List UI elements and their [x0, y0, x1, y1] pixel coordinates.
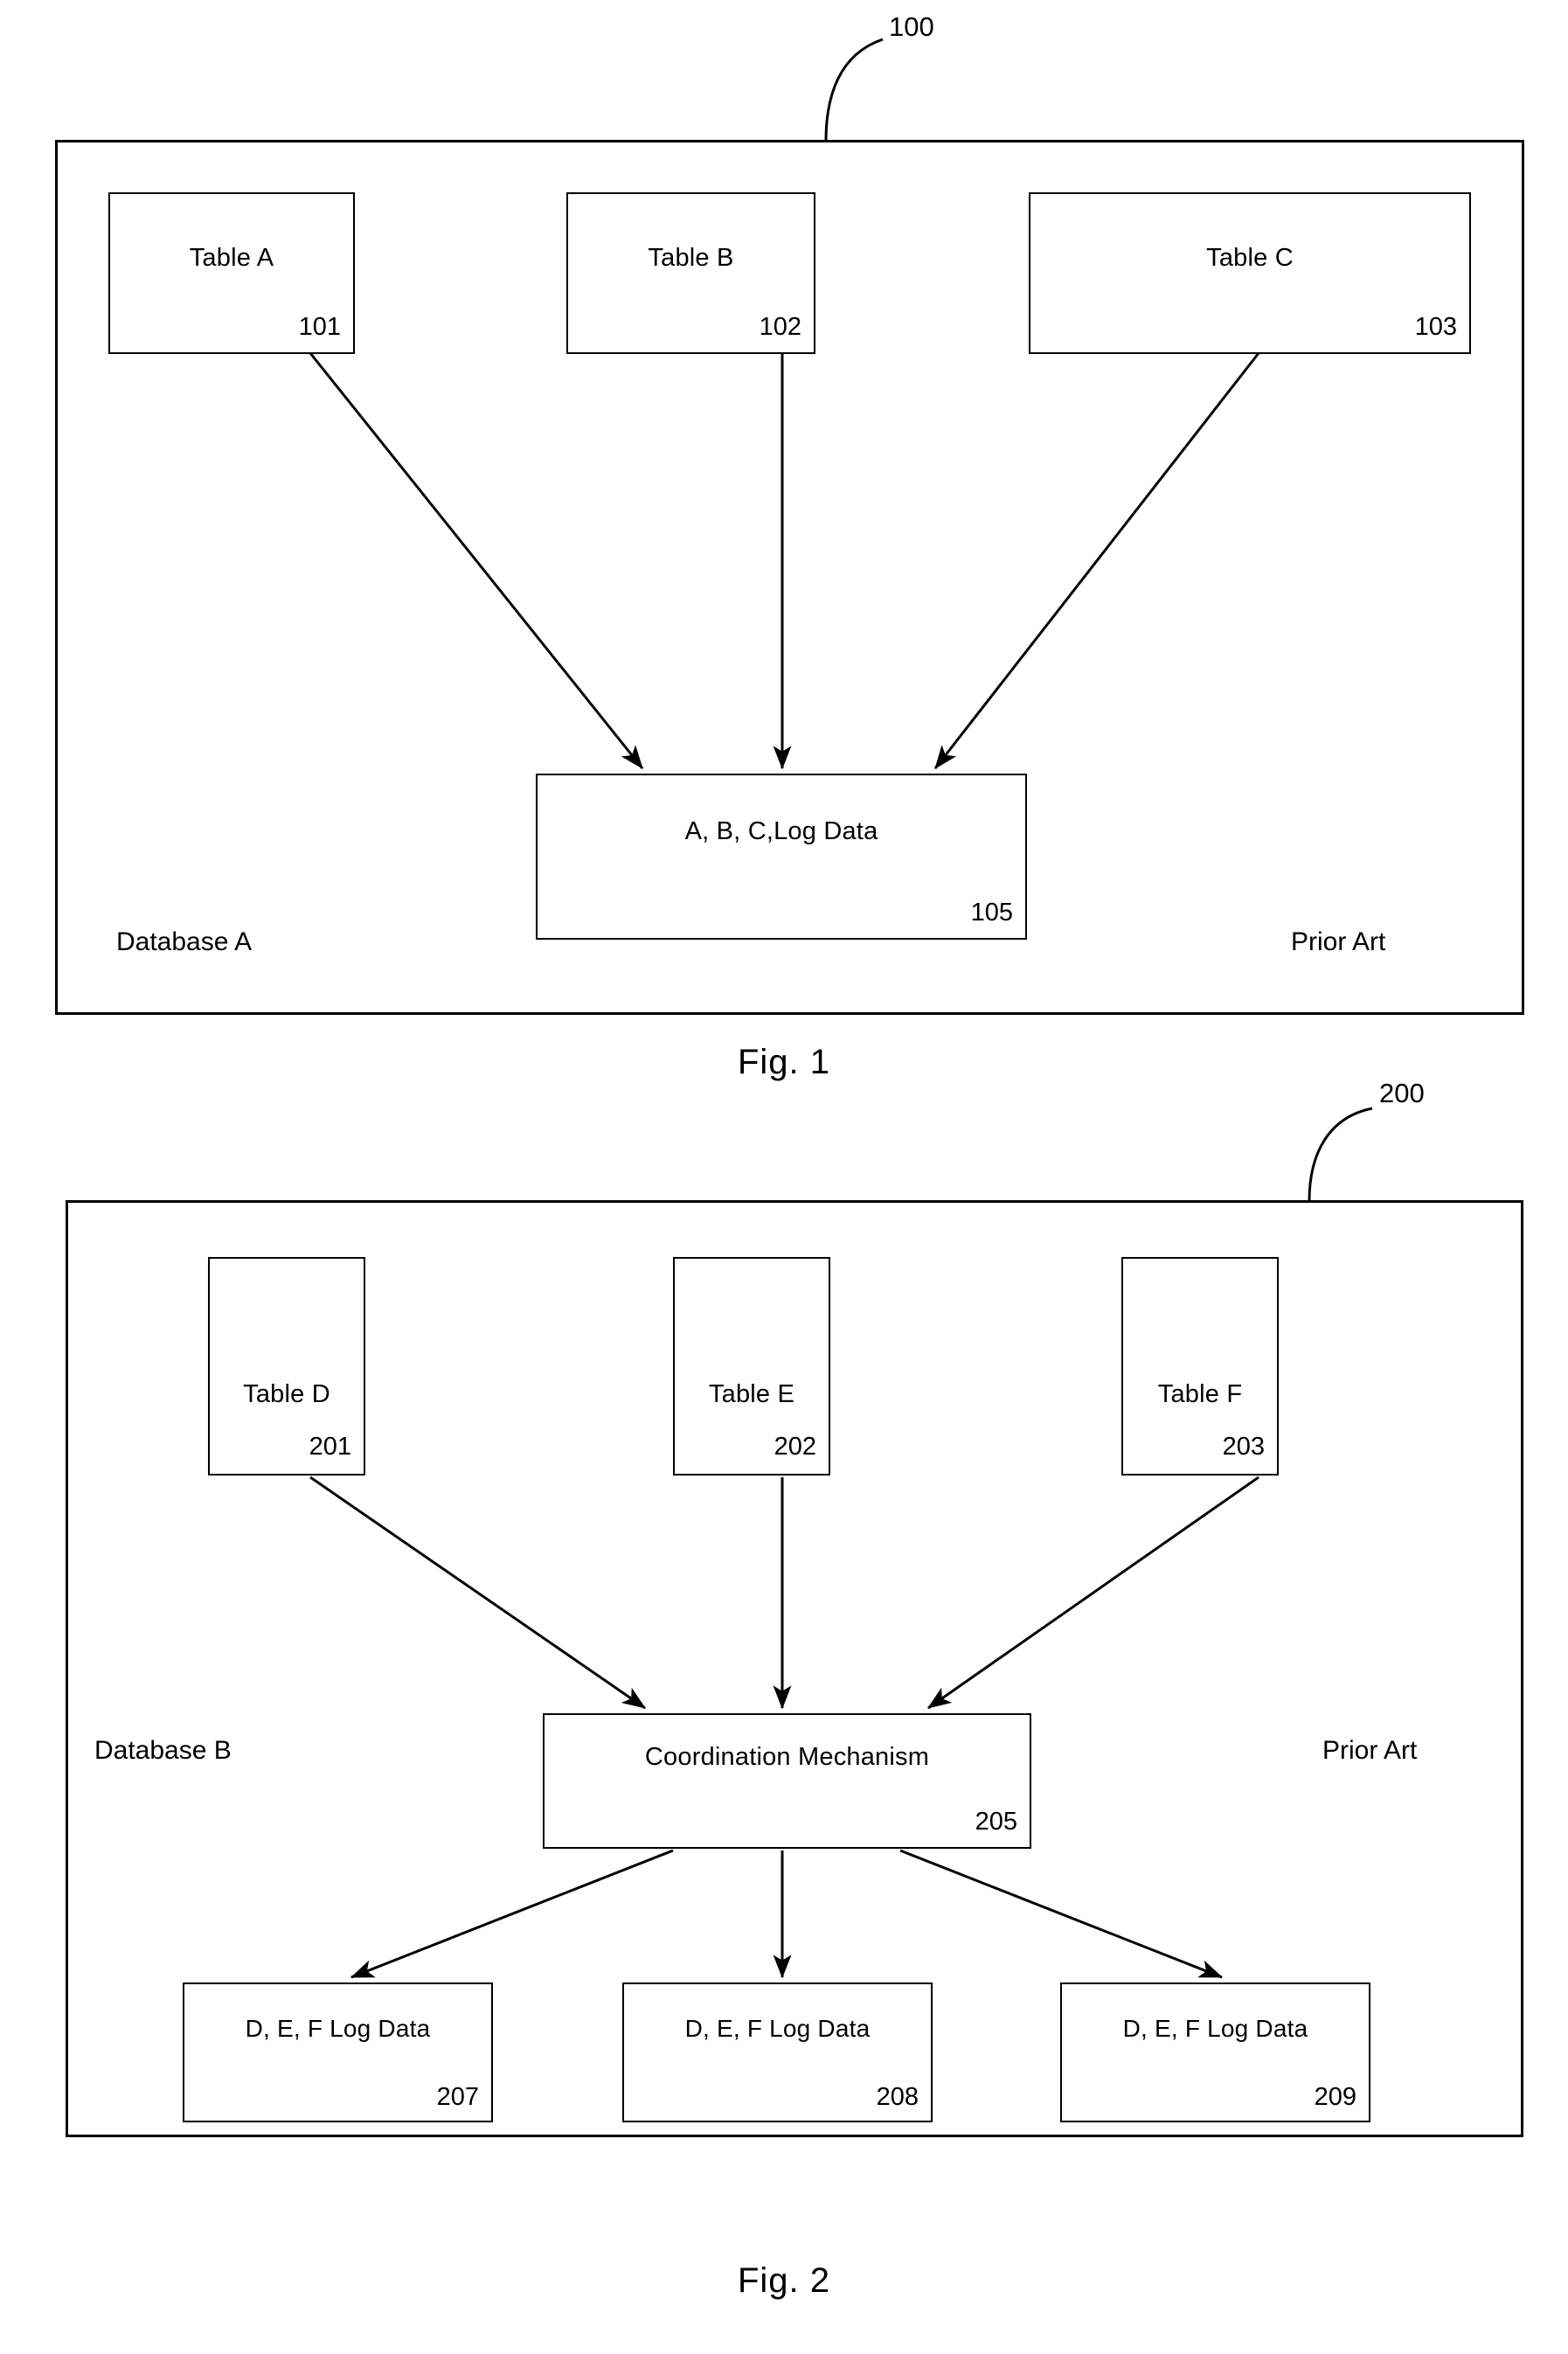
figure-1-caption: Fig. 1: [737, 1043, 831, 1081]
coordination-mechanism-reference-number: 205: [975, 1808, 1017, 1836]
def-log-data-box-209: D, E, F Log Data 209: [1060, 1982, 1370, 2122]
leader-line-200: [1308, 1107, 1373, 1202]
table-f-box: Table F 203: [1121, 1257, 1279, 1476]
table-b-box: Table B 102: [566, 192, 815, 354]
table-d-box: Table D 201: [208, 1257, 365, 1476]
coordination-mechanism-box: Coordination Mechanism 205: [543, 1713, 1031, 1849]
def-log-data-label-208: D, E, F Log Data: [684, 2015, 871, 2042]
table-a-label: Table A: [189, 244, 274, 272]
table-f-label: Table F: [1157, 1380, 1243, 1408]
database-b-label: Database B: [94, 1736, 232, 1765]
table-b-reference-number: 102: [759, 313, 801, 341]
def-log-data-label-207: D, E, F Log Data: [245, 2015, 431, 2042]
table-c-label: Table C: [1206, 244, 1294, 272]
def-log-data-reference-number-209: 209: [1314, 2083, 1356, 2111]
table-e-box: Table E 202: [673, 1257, 830, 1476]
def-log-data-label-209: D, E, F Log Data: [1122, 2015, 1308, 2042]
def-log-data-reference-number-208: 208: [876, 2083, 919, 2111]
def-log-data-reference-number-207: 207: [436, 2083, 479, 2111]
leader-line-100: [824, 38, 884, 142]
abc-log-data-reference-number: 105: [970, 899, 1013, 927]
table-a-box: Table A 101: [108, 192, 355, 354]
def-log-data-box-207: D, E, F Log Data 207: [183, 1982, 493, 2122]
table-d-reference-number: 201: [309, 1433, 351, 1461]
figure-2-caption: Fig. 2: [737, 2261, 831, 2300]
coordination-mechanism-label: Coordination Mechanism: [644, 1743, 930, 1771]
figure-1-reference-number: 100: [889, 11, 934, 42]
abc-log-data-label: A, B, C,Log Data: [684, 817, 878, 845]
table-b-label: Table B: [648, 244, 734, 272]
patent-drawing-sheet: 100 Table A 101 Table B 102 Table C 103 …: [0, 0, 1568, 2354]
figure-1-prior-art-label: Prior Art: [1291, 927, 1386, 956]
def-log-data-box-208: D, E, F Log Data 208: [622, 1982, 933, 2122]
abc-log-data-box: A, B, C,Log Data 105: [536, 774, 1027, 940]
table-c-box: Table C 103: [1029, 192, 1471, 354]
table-f-reference-number: 203: [1222, 1433, 1265, 1461]
figure-2-reference-number: 200: [1379, 1078, 1425, 1108]
table-d-label: Table D: [243, 1380, 330, 1408]
figure-2-prior-art-label: Prior Art: [1322, 1736, 1418, 1765]
table-e-label: Table E: [708, 1380, 795, 1408]
table-c-reference-number: 103: [1414, 313, 1457, 341]
database-a-label: Database A: [116, 927, 253, 956]
table-e-reference-number: 202: [774, 1433, 816, 1461]
table-a-reference-number: 101: [298, 313, 341, 341]
